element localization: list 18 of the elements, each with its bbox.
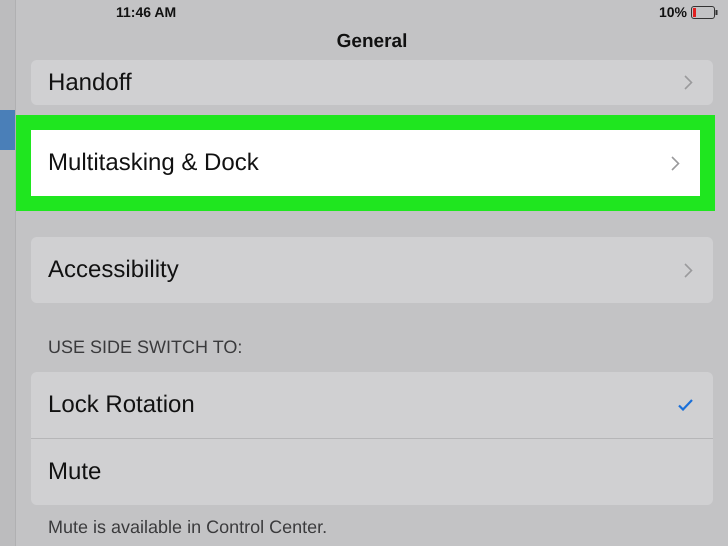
nav-title: General: [336, 30, 408, 54]
option-row[interactable]: Lock Rotation: [31, 372, 713, 439]
row-label[interactable]: Accessibility: [48, 256, 179, 284]
highlighted-settings-row[interactable]: Multitasking & Dock: [16, 115, 715, 211]
option-label[interactable]: Mute: [48, 458, 102, 486]
battery-icon: [691, 6, 718, 18]
option-row[interactable]: Mute: [31, 439, 713, 505]
option-label[interactable]: Lock Rotation: [48, 391, 195, 419]
section-header: USE SIDE SWITCH TO:: [48, 337, 244, 358]
chevron-icon: [684, 262, 693, 278]
status-time: 11:46 AM: [116, 4, 176, 20]
footer-note: Mute is available in Control Center.: [48, 517, 328, 538]
row-label[interactable]: Handoff: [48, 68, 132, 96]
row-label[interactable]: Multitasking & Dock: [48, 149, 259, 177]
chevron-icon: [671, 156, 680, 170]
chevron-icon: [684, 75, 693, 90]
battery-percent: 10%: [658, 4, 687, 20]
selected-item-edge: [0, 110, 15, 150]
